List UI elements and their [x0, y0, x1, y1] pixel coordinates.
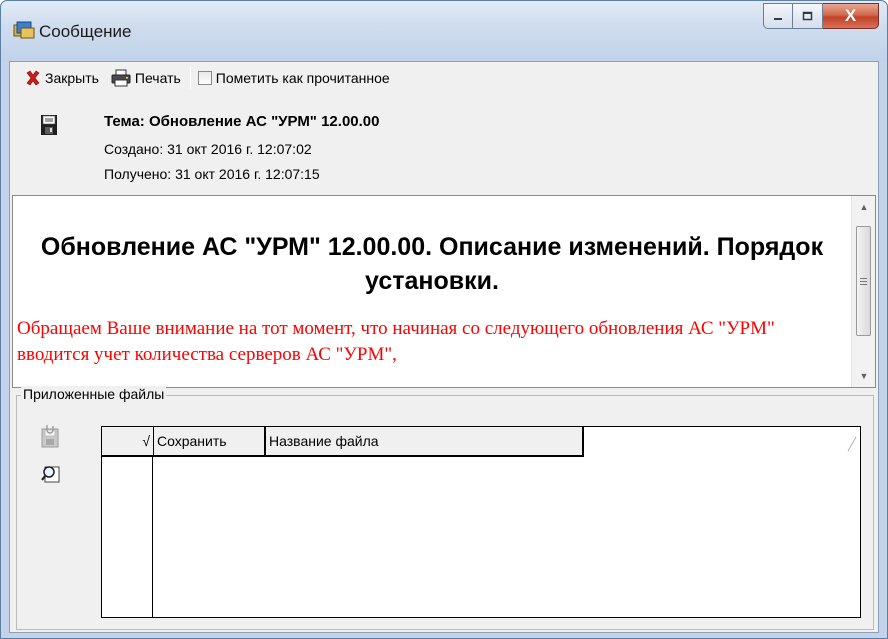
red-x-icon [26, 70, 40, 86]
document-heading: Обновление АС "УРМ" 12.00.00. Описание и… [40, 233, 824, 295]
body-scrollbar[interactable]: ▲ ▼ [851, 196, 875, 387]
scroll-thumb[interactable] [856, 226, 871, 336]
checkbox-box[interactable] [197, 71, 212, 85]
message-body: Обновление АС "УРМ" 12.00.00. Описание и… [13, 196, 851, 387]
scroll-up-arrow[interactable]: ▲ [852, 196, 875, 218]
printer-icon [111, 69, 131, 87]
print-button-label: Печать [134, 70, 181, 86]
minimize-button[interactable] [763, 3, 793, 29]
created-date: Создано: 31 окт 2016 г. 12:07:02 [104, 141, 312, 157]
window-controls: X [763, 3, 879, 29]
save-attachment-icon[interactable] [41, 424, 59, 448]
attachments-group: Приложенные файлы √ Сохранить Название ф… [16, 386, 874, 630]
message-subject: Тема: Обновление АС "УРМ" 12.00.00 [104, 113, 380, 130]
checkmark-icon: √ [142, 433, 150, 449]
minimize-icon [774, 18, 782, 20]
title-bar[interactable]: Сообщение X [1, 1, 887, 61]
message-app-icon [13, 21, 35, 39]
attachments-grid[interactable]: √ Сохранить Название файла [101, 426, 861, 618]
column-header-save[interactable]: Сохранить [154, 427, 266, 457]
maximize-icon [802, 11, 813, 21]
attachments-legend: Приложенные файлы [21, 386, 167, 402]
scroll-down-arrow[interactable]: ▼ [852, 365, 875, 387]
row-indicator-header: √ [102, 427, 154, 457]
mark-read-checkbox[interactable]: Пометить как прочитанное [195, 66, 393, 90]
grip-icon [860, 277, 867, 285]
maximize-button[interactable] [793, 3, 823, 29]
window-client: Закрыть Печать Пометить как прочитанное [9, 61, 879, 633]
mark-read-label: Пометить как прочитанное [215, 70, 390, 86]
close-button-label: Закрыть [45, 70, 99, 86]
received-date: Получено: 31 окт 2016 г. 12:07:15 [104, 166, 320, 182]
resize-corner-icon [847, 436, 857, 452]
message-body-view[interactable]: Обновление АС "УРМ" 12.00.00. Описание и… [12, 195, 876, 388]
window-title: Сообщение [39, 22, 132, 41]
document-notice: Обращаем Ваше внимание на тот момент, чт… [17, 318, 775, 365]
close-icon: X [844, 6, 857, 25]
preview-icon[interactable] [41, 464, 61, 484]
toolbar: Закрыть Печать Пометить как прочитанное [10, 62, 878, 94]
indicator-column [152, 457, 153, 617]
message-header: Тема: Обновление АС "УРМ" 12.00.00 Созда… [10, 94, 878, 190]
grid-header-row: √ Сохранить Название файла [102, 427, 584, 457]
save-disk-icon [41, 115, 57, 135]
column-header-filename[interactable]: Название файла [266, 427, 584, 457]
message-window: Сообщение X Закрыть Печать Пометить как … [0, 0, 888, 639]
close-window-button[interactable]: X [823, 3, 879, 29]
print-button[interactable]: Печать [108, 66, 184, 90]
toolbar-separator [189, 67, 191, 89]
close-button[interactable]: Закрыть [22, 66, 102, 90]
